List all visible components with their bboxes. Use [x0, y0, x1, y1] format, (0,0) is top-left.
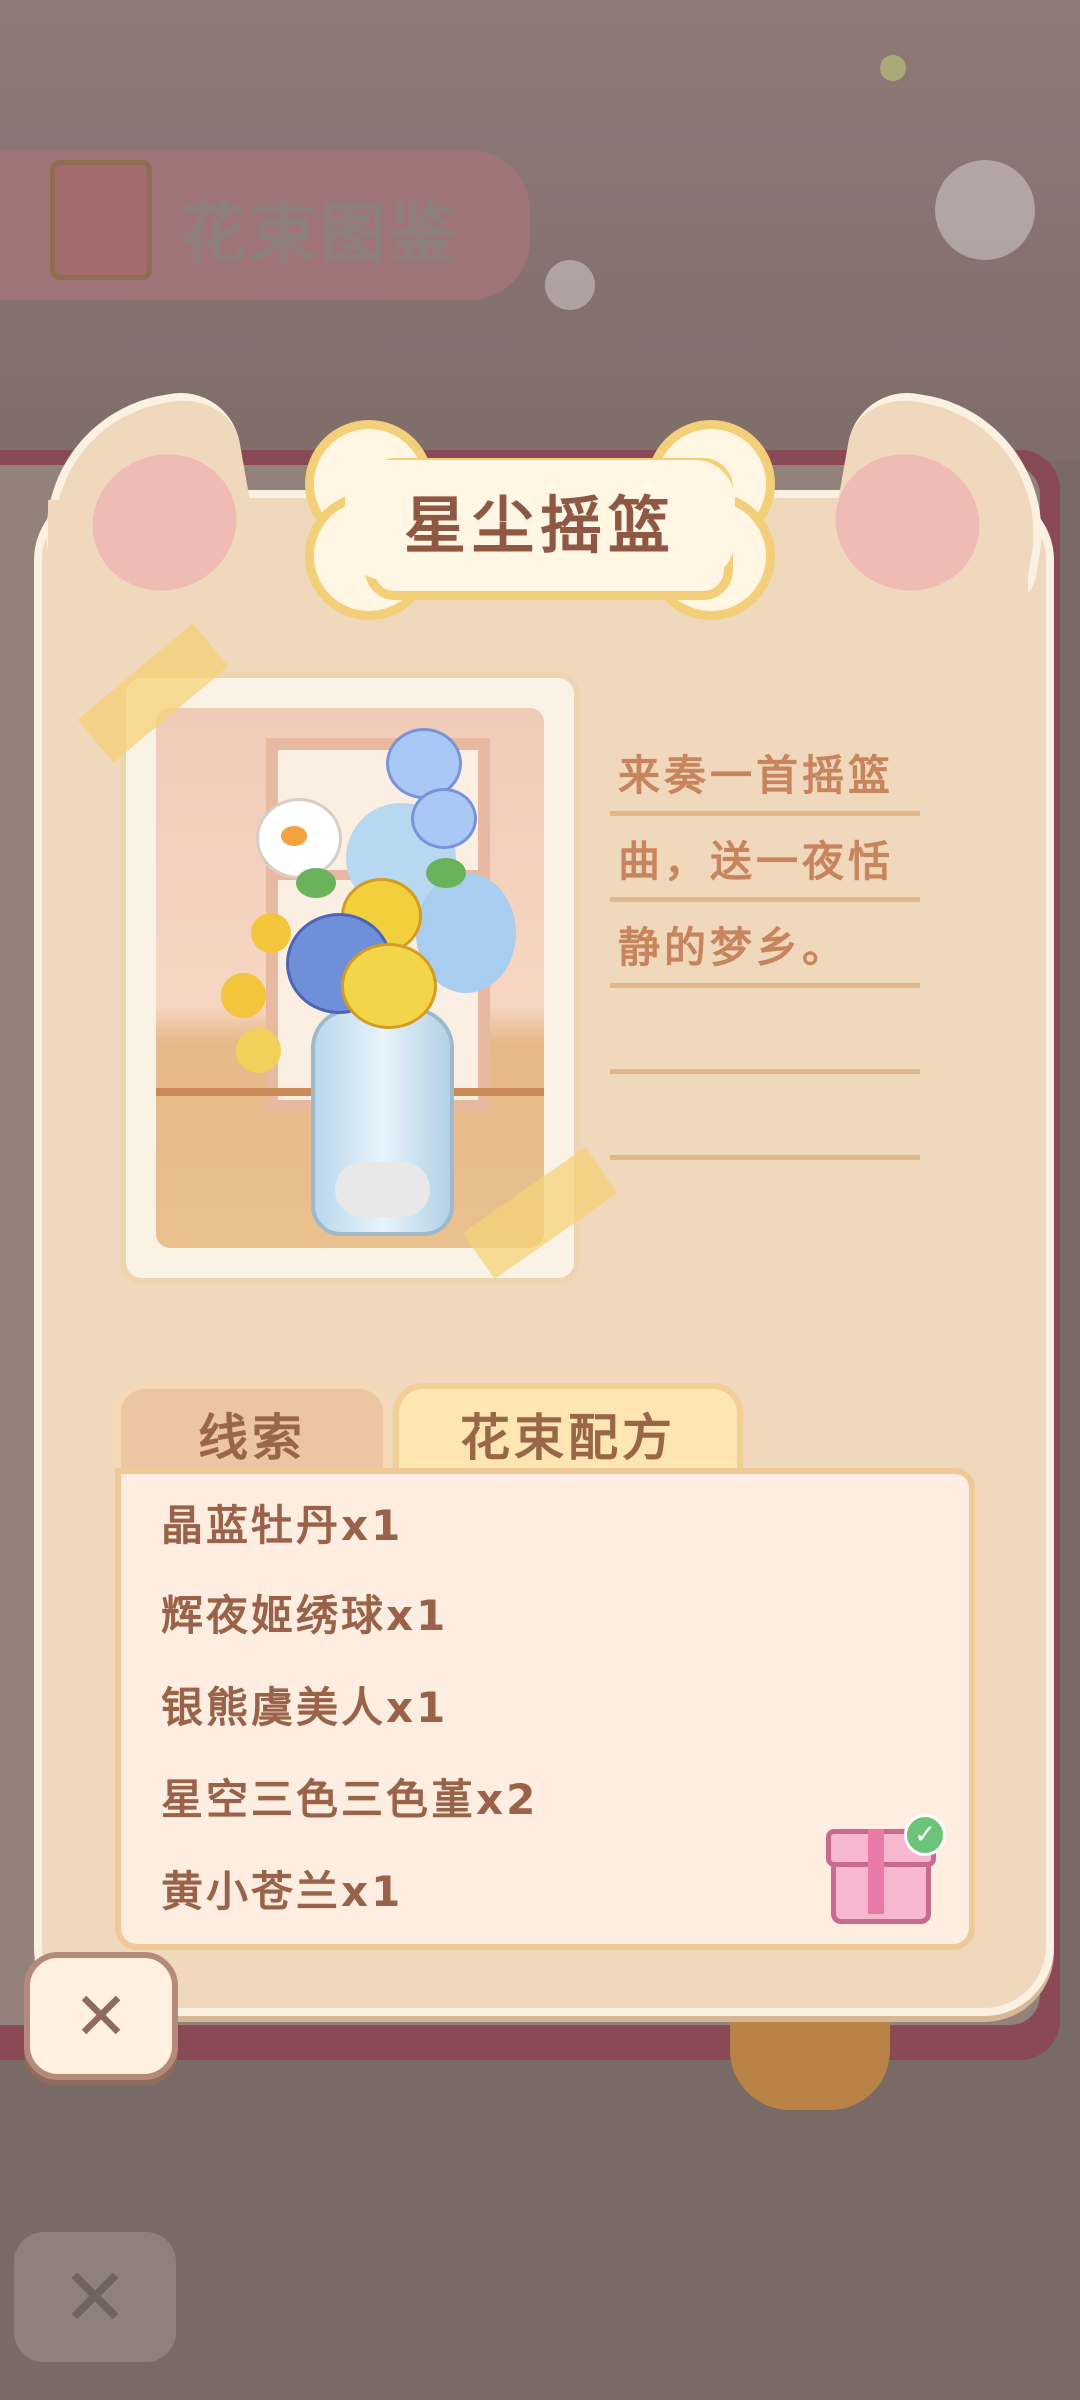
description-line: 静的梦乡。: [610, 902, 920, 988]
close-icon: ✕: [73, 1977, 129, 2055]
gift-icon[interactable]: ✓: [826, 1814, 946, 1924]
vase: [311, 1008, 454, 1236]
tab-clue[interactable]: 线索: [115, 1383, 389, 1479]
tab-bouquet-recipe[interactable]: 花束配方: [393, 1383, 743, 1479]
bouquet-title: 星尘摇篮: [403, 489, 676, 562]
bouquet-image: [156, 708, 544, 1248]
description-line: [610, 1074, 920, 1160]
ingredient-item: 辉夜姬绣球x1: [161, 1591, 449, 1640]
sparkle: [545, 260, 595, 310]
bouquet-description: 来奏一首摇篮 曲，送一夜恬 静的梦乡。: [610, 730, 920, 1160]
ingredient-item: 银熊虞美人x1: [161, 1683, 449, 1732]
close-button[interactable]: ✕: [24, 1952, 178, 2080]
sparkle: [935, 160, 1035, 260]
ingredient-item: 星空三色三色堇x2: [161, 1775, 539, 1824]
check-icon: ✓: [904, 1814, 946, 1856]
ingredient-item: 晶蓝牡丹x1: [161, 1501, 404, 1550]
title-plate: 星尘摇篮: [305, 420, 775, 620]
sparkle: [880, 55, 906, 81]
recipe-panel: 晶蓝牡丹x1 辉夜姬绣球x1 银熊虞美人x1 星空三色三色堇x2 黄小苍兰x1 …: [115, 1468, 975, 1950]
description-line: [610, 988, 920, 1074]
book-icon: [50, 160, 152, 280]
background-title: 花束图鉴: [180, 195, 460, 272]
ingredient-item: 黄小苍兰x1: [161, 1867, 404, 1916]
background-close-icon: ✕: [14, 2232, 176, 2362]
bouquet-image-frame: [120, 672, 580, 1284]
description-line: 来奏一首摇篮: [610, 730, 920, 816]
description-line: 曲，送一夜恬: [610, 816, 920, 902]
